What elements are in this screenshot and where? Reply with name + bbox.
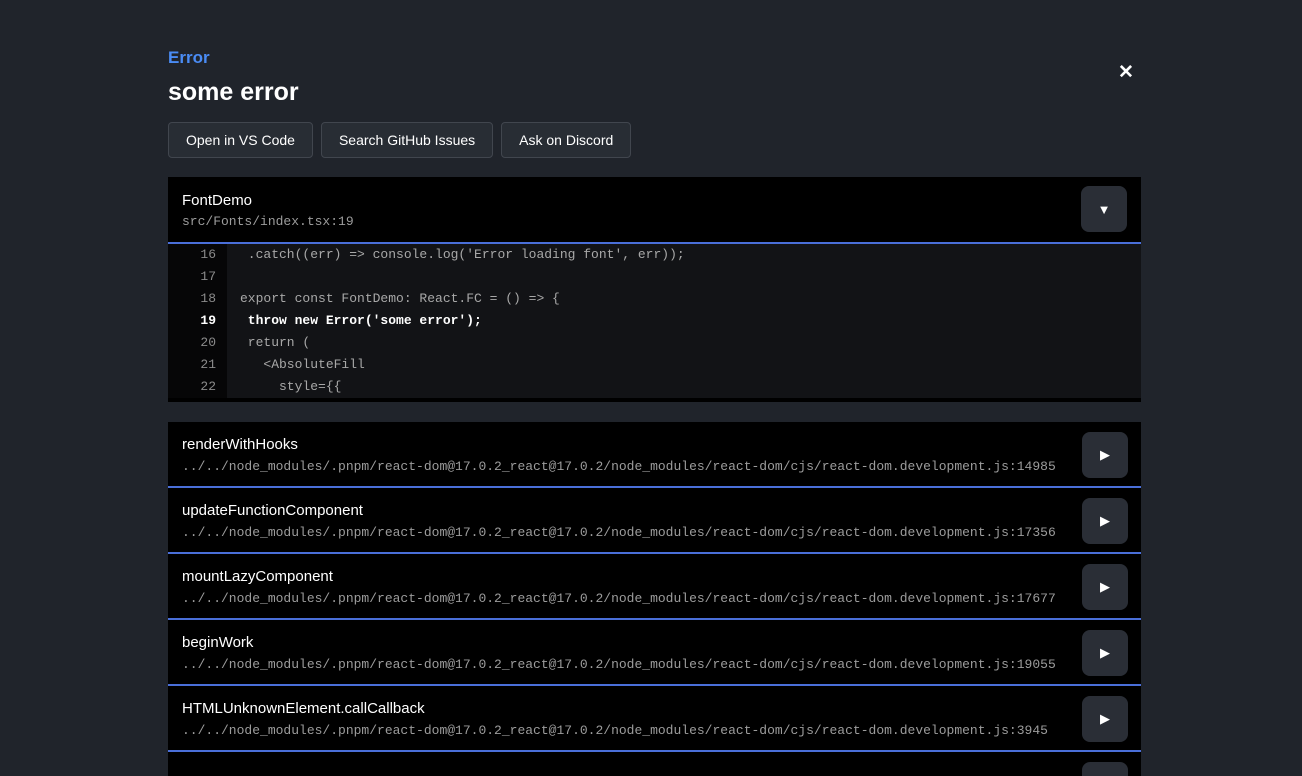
error-title: some error <box>168 80 1141 105</box>
line-code: return ( <box>227 332 1141 354</box>
play-icon: ▶ <box>1100 645 1110 661</box>
stack-frame-function: renderWithHooks <box>182 435 1127 454</box>
code-line: 20 return ( <box>168 332 1141 354</box>
line-number: 18 <box>168 288 227 310</box>
collapse-frame-button[interactable]: ▼ <box>1081 186 1127 232</box>
code-frame-location: src/Fonts/index.tsx:19 <box>182 214 1127 230</box>
stack-frame-row: renderWithHooks ../../node_modules/.pnpm… <box>168 422 1141 488</box>
line-number: 16 <box>168 244 227 266</box>
play-icon: ▶ <box>1100 513 1110 529</box>
expand-stack-frame-button[interactable]: ▶ <box>1082 696 1128 742</box>
stack-frame-source: ../../node_modules/.pnpm/react-dom@17.0.… <box>182 459 1127 475</box>
stack-frame-row: mountLazyComponent ../../node_modules/.p… <box>168 554 1141 620</box>
stack-frame-source: ../../node_modules/.pnpm/react-dom@17.0.… <box>182 525 1127 541</box>
chevron-down-icon: ▼ <box>1098 202 1111 217</box>
line-number: 22 <box>168 376 227 398</box>
expand-stack-frame-button[interactable]: ▶ <box>1082 564 1128 610</box>
close-icon[interactable]: ✕ <box>1113 60 1139 86</box>
code-line: 18 export const FontDemo: React.FC = () … <box>168 288 1141 310</box>
code-frame-function-name: FontDemo <box>182 192 1127 210</box>
error-kicker: Error <box>168 49 1141 67</box>
action-buttons: Open in VS Code Search GitHub Issues Ask… <box>168 122 1141 158</box>
expand-stack-frame-button[interactable]: ▶ <box>1082 498 1128 544</box>
line-code <box>227 266 1141 288</box>
stack-frame-function: HTMLUnknownElement.callCallback <box>182 699 1127 718</box>
expand-stack-frame-button[interactable]: ▶ <box>1082 630 1128 676</box>
code-listing: 16 .catch((err) => console.log('Error lo… <box>168 244 1141 402</box>
line-number: 19 <box>168 310 227 332</box>
stack-frame-row: updateFunctionComponent ../../node_modul… <box>168 488 1141 554</box>
code-frame-header: FontDemo src/Fonts/index.tsx:19 ▼ <box>168 177 1141 244</box>
line-code: <AbsoluteFill <box>227 354 1141 376</box>
action-button[interactable]: Search GitHub Issues <box>321 122 493 158</box>
play-icon: ▶ <box>1100 711 1110 727</box>
error-overlay: ✕ Error some error Open in VS Code Searc… <box>168 0 1141 776</box>
stack-frame-row: HTMLUnknownElement.callCallback ../../no… <box>168 686 1141 752</box>
stack-frame-function: beginWork <box>182 633 1127 652</box>
stack-frame-source: ../../node_modules/.pnpm/react-dom@17.0.… <box>182 723 1127 739</box>
code-line: 21 <AbsoluteFill <box>168 354 1141 376</box>
play-icon: ▶ <box>1100 579 1110 595</box>
code-frame: FontDemo src/Fonts/index.tsx:19 ▼ 16 .ca… <box>168 177 1141 402</box>
expand-stack-frame-button[interactable]: ▶ <box>1082 762 1128 776</box>
action-button[interactable]: Open in VS Code <box>168 122 313 158</box>
code-line: 22 style={{ <box>168 376 1141 398</box>
code-line: 17 <box>168 266 1141 288</box>
stack-frame-source: ../../node_modules/.pnpm/react-dom@17.0.… <box>182 657 1127 673</box>
stack-frame-function: mountLazyComponent <box>182 567 1127 586</box>
play-icon: ▶ <box>1100 447 1110 463</box>
line-code: throw new Error('some error'); <box>227 310 1141 332</box>
action-button[interactable]: Ask on Discord <box>501 122 631 158</box>
stack-frame-row: beginWork ../../node_modules/.pnpm/react… <box>168 620 1141 686</box>
stack-frame-row: ▶ <box>168 752 1141 776</box>
line-number: 21 <box>168 354 227 376</box>
code-line: 19 throw new Error('some error'); <box>168 310 1141 332</box>
line-number: 20 <box>168 332 227 354</box>
stack-frame-source: ../../node_modules/.pnpm/react-dom@17.0.… <box>182 591 1127 607</box>
line-code: export const FontDemo: React.FC = () => … <box>227 288 1141 310</box>
code-line: 16 .catch((err) => console.log('Error lo… <box>168 244 1141 266</box>
line-number: 17 <box>168 266 227 288</box>
line-code: style={{ <box>227 376 1141 398</box>
expand-stack-frame-button[interactable]: ▶ <box>1082 432 1128 478</box>
stack-frame-function: updateFunctionComponent <box>182 501 1127 520</box>
line-code: .catch((err) => console.log('Error loadi… <box>227 244 1141 266</box>
stack-trace-list: renderWithHooks ../../node_modules/.pnpm… <box>168 422 1141 776</box>
